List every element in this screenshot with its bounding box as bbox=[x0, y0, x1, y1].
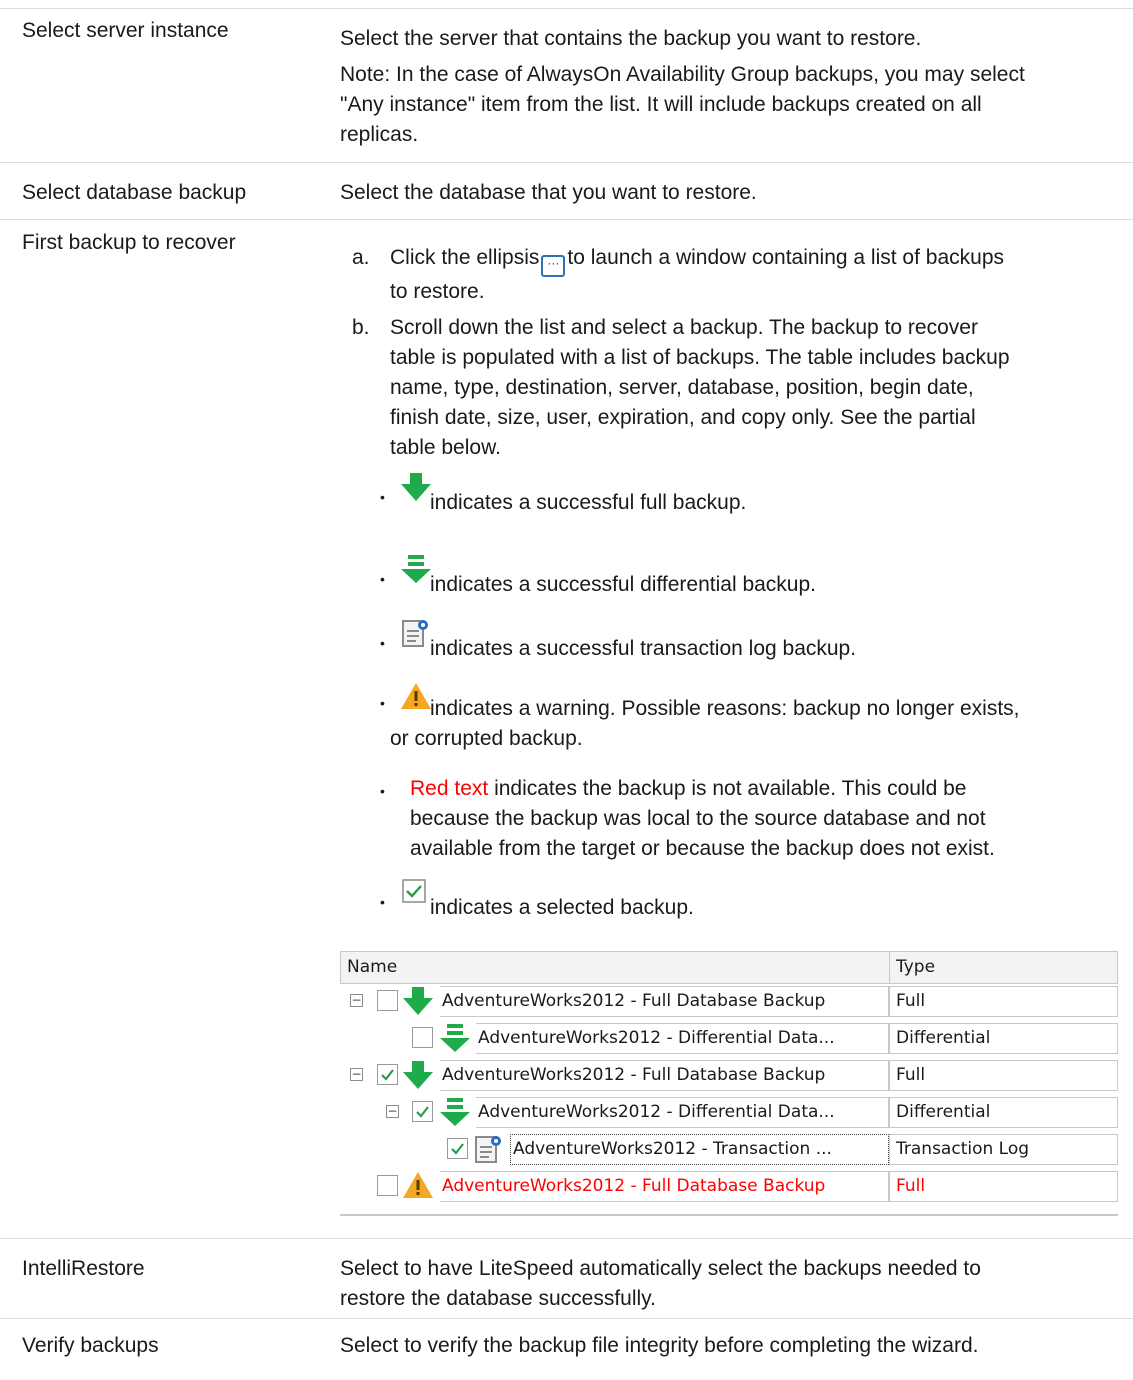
step-a-text-line2: to restore. bbox=[390, 280, 485, 303]
step-a: a. Click the ellipsis ··· to launch a wind… bbox=[352, 243, 1130, 307]
row-desc-database: Select the database that you want to res… bbox=[340, 181, 757, 204]
server-note-line: replicas. bbox=[340, 123, 419, 146]
full-backup-icon bbox=[402, 986, 434, 1021]
step-a-text-after: to launch a window containing a list of … bbox=[567, 246, 1004, 269]
differential-backup-icon bbox=[401, 555, 431, 583]
bullet-warning-text-line2: or corrupted backup. bbox=[390, 727, 583, 750]
full-backup-icon bbox=[402, 1060, 434, 1095]
row-divider bbox=[0, 162, 1133, 163]
grid-header-name[interactable]: Name bbox=[340, 951, 889, 984]
bullet-full: • indicates a successful full backup. bbox=[380, 473, 1130, 518]
grid-cell-type[interactable]: Full bbox=[889, 1171, 1118, 1202]
bullet-red-text: • Red text indicates the backup is not a… bbox=[380, 774, 1130, 864]
backup-grid: Name Type − AdventureWorks2012 - Full Dat… bbox=[340, 951, 1118, 1216]
grid-row[interactable]: − AdventureWorks2012 - Differential Data.… bbox=[340, 1095, 1118, 1128]
row-checkbox-checked[interactable] bbox=[377, 1064, 398, 1085]
row-checkbox[interactable] bbox=[377, 990, 398, 1011]
grid-row[interactable]: − AdventureWorks2012 - Full Database Back… bbox=[340, 984, 1118, 1017]
row-desc-intellirestore: Select to have LiteSpeed automatically s… bbox=[340, 1254, 1120, 1314]
grid-cell-name[interactable]: AdventureWorks2012 - Full Database Backu… bbox=[440, 1060, 889, 1091]
grid-cell-name[interactable]: AdventureWorks2012 - Full Database Backu… bbox=[440, 1171, 889, 1202]
grid-row[interactable]: − AdventureWorks2012 - Full Database Back… bbox=[340, 1058, 1118, 1091]
collapse-toggle-icon[interactable]: − bbox=[350, 1068, 363, 1081]
differential-backup-icon bbox=[439, 1097, 471, 1132]
grid-row[interactable]: AdventureWorks2012 - Transaction ... Tran… bbox=[340, 1132, 1118, 1165]
bullet-selected: • indicates a selected backup. bbox=[380, 879, 1130, 923]
row-divider bbox=[0, 219, 1133, 220]
bullet-dot: • bbox=[380, 894, 385, 910]
differential-backup-icon bbox=[439, 1023, 471, 1058]
ellipsis-button-icon: ··· bbox=[541, 255, 566, 277]
bullet-red-text-line: because the backup was local to the sour… bbox=[410, 807, 986, 830]
bullet-red-text-line: indicates the backup is not available. T… bbox=[494, 777, 967, 800]
bullet-selected-text: indicates a selected backup. bbox=[430, 896, 694, 919]
grid-cell-name[interactable]: AdventureWorks2012 - Transaction ... bbox=[510, 1134, 889, 1165]
bullet-red-text-line: available from the target or because the… bbox=[410, 837, 995, 860]
row-divider bbox=[0, 8, 1133, 9]
step-b-line: table is populated with a list of backup… bbox=[390, 346, 1010, 369]
grid-cell-name[interactable]: AdventureWorks2012 - Differential Data..… bbox=[476, 1097, 889, 1128]
grid-cell-type[interactable]: Transaction Log bbox=[889, 1134, 1118, 1165]
row-checkbox[interactable] bbox=[377, 1175, 398, 1196]
bullet-warning: • indicates a warning. Possible reasons:… bbox=[380, 683, 1130, 754]
row-label-first-backup: First backup to recover bbox=[22, 231, 236, 254]
grid-cell-type[interactable]: Full bbox=[889, 986, 1118, 1017]
red-text-sample: Red text bbox=[410, 777, 489, 800]
collapse-toggle-icon[interactable]: − bbox=[350, 994, 363, 1007]
bullet-dot: • bbox=[380, 635, 385, 651]
transaction-log-icon bbox=[402, 620, 428, 647]
warning-icon bbox=[401, 683, 431, 709]
step-b: b. Scroll down the list and select a bac… bbox=[352, 313, 1130, 463]
bullet-dot: • bbox=[380, 695, 385, 711]
transaction-log-icon bbox=[473, 1134, 503, 1169]
intellirestore-line: restore the database successfully. bbox=[340, 1287, 656, 1310]
collapse-toggle-icon[interactable]: − bbox=[386, 1105, 399, 1118]
server-note-line: "Any instance" item from the list. It wi… bbox=[340, 93, 982, 116]
row-checkbox-checked[interactable] bbox=[447, 1138, 468, 1159]
step-a-text: Click the ellipsis bbox=[390, 246, 540, 269]
grid-row[interactable]: AdventureWorks2012 - Full Database Backu… bbox=[340, 1169, 1118, 1202]
bullet-diff-text: indicates a successful differential back… bbox=[430, 573, 816, 596]
warning-icon bbox=[402, 1171, 434, 1204]
step-b-line: finish date, size, user, expiration, and… bbox=[390, 406, 976, 429]
bullet-dot: • bbox=[380, 489, 385, 505]
bullet-full-text: indicates a successful full backup. bbox=[430, 491, 747, 514]
row-desc-verify: Select to verify the backup file integri… bbox=[340, 1334, 979, 1357]
grid-cell-name[interactable]: AdventureWorks2012 - Differential Data..… bbox=[476, 1023, 889, 1054]
bullet-warning-text: indicates a warning. Possible reasons: b… bbox=[430, 697, 1020, 720]
row-label-intellirestore: IntelliRestore bbox=[22, 1257, 145, 1280]
row-divider bbox=[0, 1238, 1133, 1239]
bullet-log-text: indicates a successful transaction log b… bbox=[430, 637, 857, 660]
grid-cell-type[interactable]: Differential bbox=[889, 1023, 1118, 1054]
bullet-log: • indicates a successful transaction log… bbox=[380, 620, 1130, 664]
step-b-line: Scroll down the list and select a backup… bbox=[390, 316, 978, 339]
bullet-dot: • bbox=[380, 571, 385, 587]
checked-checkbox-icon bbox=[402, 879, 426, 903]
bullet-dot: • bbox=[380, 783, 385, 799]
grid-cell-name[interactable]: AdventureWorks2012 - Full Database Backu… bbox=[440, 986, 889, 1017]
step-marker: b. bbox=[352, 316, 370, 339]
row-checkbox-checked[interactable] bbox=[412, 1101, 433, 1122]
grid-bottom-edge bbox=[340, 1214, 1118, 1216]
bullet-diff: • indicates a successful differential ba… bbox=[380, 555, 1130, 600]
grid-cell-type[interactable]: Full bbox=[889, 1060, 1118, 1091]
step-marker: a. bbox=[352, 246, 370, 269]
grid-cell-type[interactable]: Differential bbox=[889, 1097, 1118, 1128]
row-desc-server: Select the server that contains the back… bbox=[340, 24, 1120, 150]
row-label-database: Select database backup bbox=[22, 181, 247, 204]
step-b-line: table below. bbox=[390, 436, 501, 459]
step-b-line: name, type, destination, server, databas… bbox=[390, 376, 974, 399]
grid-row[interactable]: AdventureWorks2012 - Differential Data..… bbox=[340, 1021, 1118, 1054]
server-description: Select the server that contains the back… bbox=[340, 27, 922, 50]
intellirestore-line: Select to have LiteSpeed automatically s… bbox=[340, 1257, 981, 1280]
full-backup-icon bbox=[401, 473, 431, 501]
row-label-verify: Verify backups bbox=[22, 1334, 159, 1357]
grid-header-type[interactable]: Type bbox=[889, 951, 1118, 984]
row-label-server: Select server instance bbox=[22, 19, 229, 42]
row-divider bbox=[0, 1318, 1133, 1319]
server-note-line: Note: In the case of AlwaysOn Availabili… bbox=[340, 63, 1025, 86]
row-checkbox[interactable] bbox=[412, 1027, 433, 1048]
